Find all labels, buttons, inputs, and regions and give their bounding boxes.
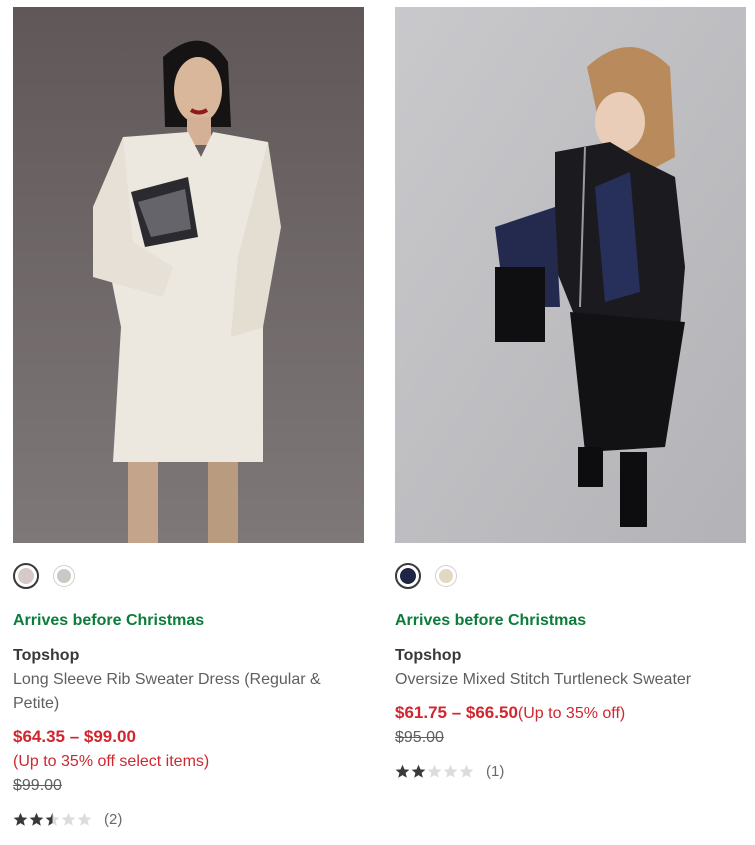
price-row: $61.75 – $66.50(Up to 35% off) [395,701,746,726]
star-icon [427,764,442,778]
discount-text: (Up to 35% off) [517,705,626,722]
review-count: (1) [486,763,505,780]
sale-price: $64.35 – $99.00 [13,727,136,746]
color-swatches [395,562,746,590]
brand-name: Topshop [13,647,80,664]
discount-text: (Up to 35% off select items) [13,753,210,770]
brand-name: Topshop [395,647,462,664]
star-icon [61,812,76,826]
star-icon [459,764,474,778]
star-icon [45,812,60,826]
delivery-badge: Arrives before Christmas [395,612,587,629]
product-image[interactable] [13,7,364,543]
star-icon [411,764,426,778]
rating[interactable]: (2) [13,811,364,828]
product-card[interactable]: Arrives before Christmas Topshop Oversiz… [395,7,746,780]
review-count: (2) [104,811,123,828]
color-swatch[interactable] [53,565,75,587]
color-swatch[interactable] [435,565,457,587]
star-icon [29,812,44,826]
star-icon [443,764,458,778]
star-icon [13,812,28,826]
color-swatches [13,562,364,590]
product-title-link[interactable]: Oversize Mixed Stitch Turtleneck Sweater [395,668,746,692]
star-rating [13,812,92,827]
color-swatch[interactable] [13,563,39,589]
product-title-link[interactable]: Long Sleeve Rib Sweater Dress (Regular &… [13,668,364,716]
sale-price: $61.75 – $66.50 [395,703,518,722]
star-icon [395,764,410,778]
product-image[interactable] [395,7,746,543]
star-icon [77,812,92,826]
product-photo-sweater-dress [13,7,364,543]
product-card[interactable]: Arrives before Christmas Topshop Long Sl… [13,7,364,828]
color-swatch[interactable] [395,563,421,589]
original-price: $95.00 [395,729,444,746]
original-price: $99.00 [13,777,62,794]
product-photo-turtleneck-sweater [395,7,746,543]
price-row: $64.35 – $99.00 (Up to 35% off select it… [13,725,364,774]
rating[interactable]: (1) [395,763,746,780]
star-rating [395,764,474,779]
delivery-badge: Arrives before Christmas [13,612,205,629]
